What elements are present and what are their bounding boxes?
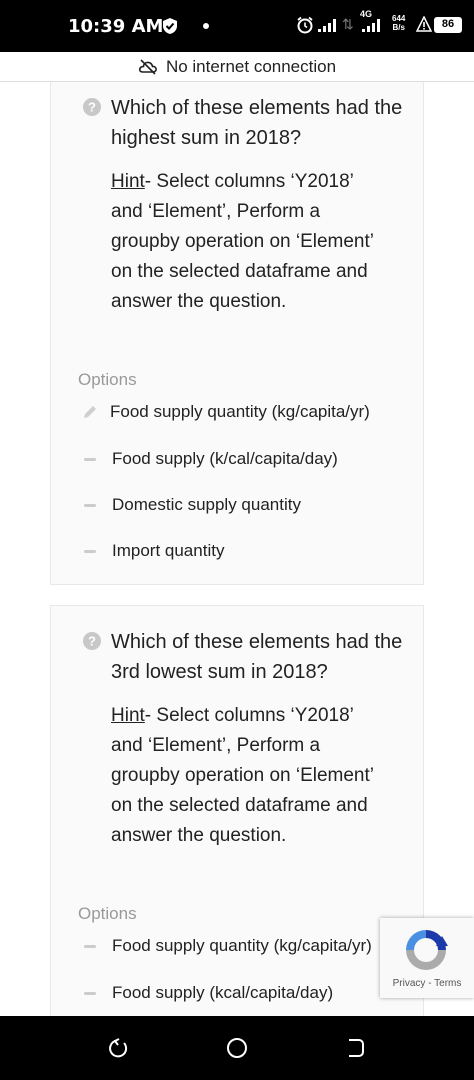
hint-text: Hint- Select columns ‘Y2018’ and ‘Elemen…: [111, 701, 381, 851]
option-label: Food supply quantity (kg/capita/yr): [112, 936, 372, 955]
option-item[interactable]: Domestic supply quantity: [84, 495, 301, 515]
shield-check-icon: [163, 18, 177, 34]
option-label: Domestic supply quantity: [112, 495, 301, 514]
signal-icon: [362, 19, 380, 32]
recaptcha-badge[interactable]: Privacy - Terms: [380, 918, 474, 998]
speed-value: 644: [392, 14, 406, 23]
navigation-bar: [0, 1016, 474, 1080]
option-item[interactable]: Food supply (kcal/capita/day): [84, 983, 333, 1003]
hint-label: Hint: [111, 705, 145, 726]
options-label: Options: [78, 370, 137, 389]
hint-label: Hint: [111, 171, 145, 192]
signal-icon: [318, 19, 336, 32]
data-arrows-icon: ⇅: [342, 16, 354, 32]
option-item[interactable]: Import quantity: [84, 541, 224, 561]
status-time: 10:39 AM: [68, 16, 164, 37]
question-text: Which of these elements had the highest …: [111, 97, 403, 149]
recents-icon[interactable]: [343, 1036, 367, 1060]
home-icon[interactable]: [225, 1036, 249, 1060]
option-item[interactable]: Food supply quantity (kg/capita/yr): [84, 936, 372, 956]
battery-icon: 86: [434, 17, 462, 33]
hint-body: - Select columns ‘Y2018’ and ‘Element’, …: [111, 171, 374, 312]
warning-icon: [416, 16, 432, 32]
speed-unit: B/s: [392, 23, 405, 32]
status-bar: 10:39 AM ⇅ 4G 644 B/s 86: [0, 0, 474, 52]
recaptcha-logo-icon: [406, 930, 448, 970]
hint-body: - Select columns ‘Y2018’ and ‘Element’, …: [111, 705, 374, 846]
recaptcha-links: Privacy - Terms: [380, 978, 474, 989]
option-item[interactable]: Food supply (k/cal/capita/day): [84, 449, 338, 469]
alarm-icon: [297, 16, 313, 34]
network-speed: 644 B/s: [392, 14, 405, 32]
link-separator: -: [425, 978, 435, 989]
privacy-link[interactable]: Privacy: [393, 978, 426, 989]
cloud-off-icon: [138, 58, 157, 75]
hint-text: Hint- Select columns ‘Y2018’ and ‘Elemen…: [111, 167, 381, 317]
svg-text:?: ?: [88, 634, 96, 649]
question-card: ? Which of these elements had the 3rd lo…: [50, 605, 424, 1025]
dash-icon: [84, 503, 96, 507]
help-circle-icon: ?: [83, 98, 101, 116]
option-item[interactable]: Food supply quantity (kg/capita/yr): [84, 402, 370, 422]
dash-icon: [84, 991, 96, 995]
option-label: Import quantity: [112, 541, 225, 560]
back-icon[interactable]: [106, 1036, 130, 1060]
dash-icon: [84, 549, 96, 553]
offline-banner: No internet connection: [0, 52, 474, 82]
help-circle-icon: ?: [83, 632, 101, 650]
option-label: Food supply quantity (kg/capita/yr): [110, 402, 370, 421]
options-label: Options: [78, 904, 137, 923]
option-label: Food supply (kcal/capita/day): [112, 983, 334, 1002]
terms-link[interactable]: Terms: [434, 978, 461, 989]
notification-dot: [203, 23, 209, 29]
svg-text:?: ?: [88, 100, 96, 115]
pencil-icon: [84, 406, 96, 418]
offline-text: No internet connection: [165, 56, 337, 76]
question-card: ? Which of these elements had the highes…: [50, 82, 424, 585]
question-text: Which of these elements had the 3rd lowe…: [111, 631, 403, 683]
dash-icon: [84, 944, 96, 948]
dash-icon: [84, 457, 96, 461]
option-label: Food supply (k/cal/capita/day): [112, 449, 338, 468]
